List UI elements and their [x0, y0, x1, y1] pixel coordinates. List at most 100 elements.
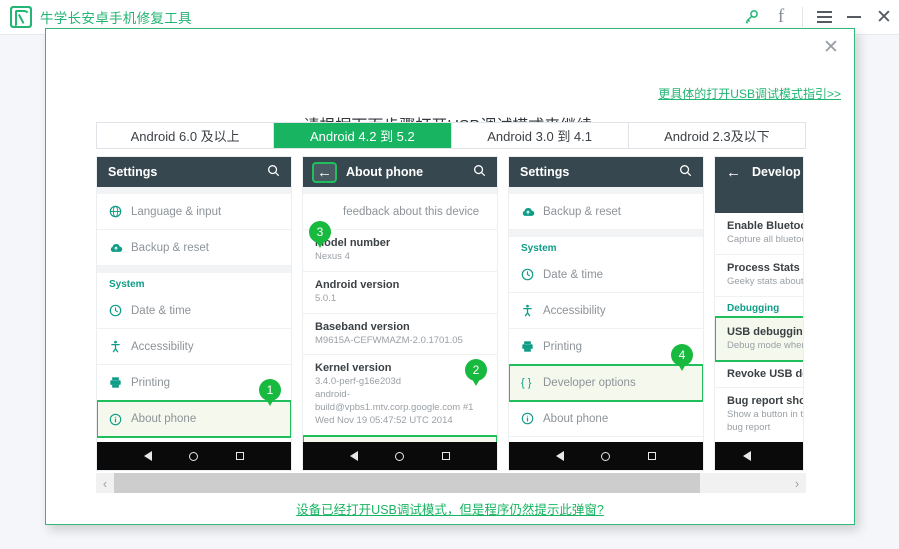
row-date-time[interactable]: Date & time	[509, 257, 703, 293]
steps-strip: Settings Language & input Backup & reset…	[96, 156, 806, 471]
info-bug-report-shortcut: Bug report short Show a button in th bug…	[715, 388, 803, 442]
info-value: 3.4.0-perf-g16e203d android-build@vpbs1.…	[315, 376, 474, 426]
search-icon[interactable]	[473, 164, 486, 180]
row-label: About phone	[131, 413, 197, 425]
row-label: Printing	[543, 340, 582, 353]
info-key: Model number	[315, 237, 391, 249]
usb-debug-dialog: ✕ 更具体的打开USB调试模式指引>> 请根据下面步骤打开USB调试模式来继续:…	[45, 28, 855, 525]
dialog-close-button[interactable]: ✕	[818, 35, 844, 61]
info-build-number-highlighted[interactable]: Build number LRX22C Tap 7 times	[303, 434, 497, 442]
info-value: 5.0.1	[315, 292, 337, 304]
phone3-title: Settings	[520, 165, 570, 179]
tab-android-30-41[interactable]: Android 3.0 到 4.1	[451, 123, 629, 148]
list-divider	[509, 187, 703, 194]
row-label: Date & time	[543, 268, 604, 281]
info-android-version: Android version 5.0.1	[303, 272, 497, 314]
scrollbar-thumb[interactable]	[114, 473, 701, 493]
row-feedback[interactable]: feedback about this device	[303, 194, 497, 230]
row-date-time[interactable]: Date & time	[97, 293, 291, 329]
phone4-navbar	[715, 442, 803, 470]
info-key: Process Stats	[727, 261, 800, 274]
row-label: Backup & reset	[543, 205, 621, 218]
info-value: M9615A-CEFWMAZM-2.0.1701.05	[315, 334, 463, 346]
step-badge-1: 1	[259, 379, 281, 406]
phone4-title: Develop	[752, 165, 801, 179]
phone1-title: Settings	[108, 165, 158, 179]
scrollbar-track[interactable]	[114, 473, 788, 493]
search-icon[interactable]	[679, 164, 692, 180]
section-system: System	[109, 279, 145, 290]
info-key: USB debugging	[727, 325, 804, 338]
home-nav-icon[interactable]	[395, 451, 405, 461]
step-1-settings-screen: Settings Language & input Backup & reset…	[96, 156, 292, 471]
section-system: System	[521, 243, 557, 254]
phone3-appbar: Settings	[509, 157, 703, 187]
info-value: Nexus 4	[315, 251, 350, 262]
step-4-settings-developer-screen: Settings Backup & reset System Date & ti…	[508, 156, 704, 471]
developer-braces-icon: { }	[521, 377, 532, 389]
back-nav-icon[interactable]	[143, 451, 152, 461]
info-enable-bluetooth: Enable Bluetooth Capture all bluetoot	[715, 213, 803, 255]
home-nav-icon[interactable]	[189, 451, 199, 461]
info-value: Geeky stats about r	[727, 275, 804, 287]
row-accessibility[interactable]: Accessibility	[97, 329, 291, 365]
phone3-body: Backup & reset System Date & time Access…	[509, 187, 703, 442]
back-nav-icon[interactable]	[555, 451, 564, 461]
back-nav-icon[interactable]	[743, 451, 751, 461]
phone4-appbar: ← Develop	[715, 157, 803, 187]
clock-icon	[109, 304, 131, 317]
row-label: feedback about this device	[343, 205, 480, 218]
clock-icon	[521, 268, 543, 281]
search-icon[interactable]	[267, 164, 280, 180]
printer-icon	[109, 376, 131, 389]
tab-android-23[interactable]: Android 2.3及以下	[628, 123, 805, 148]
row-developer-options-highlighted[interactable]: { } Developer options	[509, 364, 703, 402]
scroll-right-arrow[interactable]: ›	[788, 476, 806, 491]
row-label: Developer options	[543, 377, 636, 389]
row-backup-reset[interactable]: Backup & reset	[97, 230, 291, 266]
already-enabled-link[interactable]: 设备已经打开USB调试模式，但是程序仍然提示此弹窗?	[296, 503, 604, 517]
close-window-icon[interactable]: ✕	[869, 0, 899, 35]
row-about-phone[interactable]: About phone	[509, 401, 703, 437]
recents-nav-icon[interactable]	[442, 452, 451, 460]
phone1-appbar: Settings	[97, 157, 291, 187]
phone4-toggle-bar[interactable]: On	[715, 187, 803, 213]
strip-scrollbar[interactable]: ‹ ›	[96, 473, 806, 493]
row-label: Printing	[131, 376, 170, 389]
info-usb-debugging-highlighted[interactable]: USB debugging Debug mode when	[715, 315, 804, 363]
list-divider	[97, 266, 291, 273]
info-process-stats: Process Stats Geeky stats about r	[715, 255, 804, 297]
phone2-title: About phone	[346, 165, 424, 179]
back-arrow-icon[interactable]: ←	[312, 161, 337, 183]
back-nav-icon[interactable]	[349, 451, 358, 461]
back-arrow-icon[interactable]: ←	[726, 164, 741, 181]
row-backup-reset[interactable]: Backup & reset	[509, 194, 703, 230]
globe-icon	[109, 205, 131, 218]
info-key: Enable Bluetooth	[727, 220, 803, 232]
android-version-tabs: Android 6.0 及以上 Android 4.2 到 5.2 Androi…	[96, 122, 806, 149]
row-about-phone-highlighted[interactable]: About phone	[97, 400, 291, 438]
phone4-body: Enable Bluetooth Capture all bluetoot Pr…	[715, 213, 804, 442]
tab-android-42-52[interactable]: Android 4.2 到 5.2	[274, 123, 452, 148]
info-revoke-usb-debugging: Revoke USB deb	[715, 361, 803, 389]
info-icon	[109, 413, 131, 426]
row-accessibility[interactable]: Accessibility	[509, 293, 703, 329]
row-label: Date & time	[131, 304, 192, 317]
app-title: 牛学长安卓手机修复工具	[40, 11, 192, 26]
recents-nav-icon[interactable]	[236, 452, 245, 460]
row-label: Backup & reset	[131, 241, 209, 254]
row-language-input[interactable]: Language & input	[97, 194, 291, 230]
home-nav-icon[interactable]	[601, 451, 611, 461]
close-glyph: ✕	[876, 6, 892, 28]
info-key: Kernel version	[315, 362, 392, 375]
phone2-body: 3 feedback about this device Model numbe…	[303, 187, 497, 442]
detailed-guide-link[interactable]: 更具体的打开USB调试模式指引>>	[658, 87, 841, 101]
row-label: Accessibility	[543, 304, 606, 317]
list-divider	[97, 187, 291, 194]
tab-android-6[interactable]: Android 6.0 及以上	[97, 123, 275, 148]
scroll-left-arrow[interactable]: ‹	[96, 476, 114, 491]
phone2-navbar	[303, 442, 497, 470]
accessibility-icon	[521, 304, 543, 317]
list-divider	[509, 230, 703, 237]
recents-nav-icon[interactable]	[648, 452, 657, 460]
